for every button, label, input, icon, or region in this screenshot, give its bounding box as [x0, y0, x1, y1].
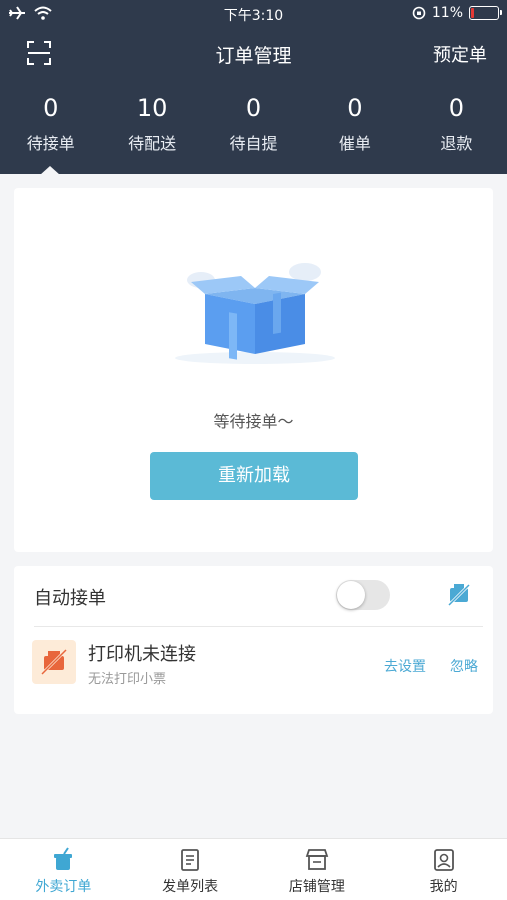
battery-level: [471, 8, 474, 18]
order-stats-tabs: 0 待接单 10 待配送 0 待自提 0 催单 0 退款: [0, 92, 507, 162]
navbar: 订单管理 预定单: [0, 32, 507, 74]
empty-box-icon: [175, 263, 335, 364]
tab-profile[interactable]: 我的: [380, 839, 507, 900]
empty-state-message: 等待接单～: [213, 412, 294, 431]
reservation-orders-button[interactable]: 预定单: [433, 41, 487, 67]
printer-status-icon-box: [32, 640, 76, 684]
tab-dispatch-list[interactable]: 发单列表: [127, 839, 254, 900]
toggle-knob: [337, 581, 365, 609]
active-tab-indicator: [40, 166, 60, 175]
order-settings-card: 自动接单 打印机未连接 无法打印小票 去设置 忽略: [14, 566, 493, 714]
page-title: 订单管理: [215, 45, 292, 67]
printer-status-title: 打印机未连接: [88, 644, 196, 665]
divider: [34, 626, 483, 627]
tab-label: 发单列表: [162, 879, 219, 895]
battery-icon: [469, 6, 502, 20]
stat-label: 退款: [440, 134, 473, 153]
stat-label: 待自提: [229, 134, 278, 153]
printer-disconnected-icon[interactable]: [446, 582, 472, 608]
stat-count: 10: [136, 94, 168, 122]
list-document-icon: [181, 849, 200, 871]
stat-label: 催单: [338, 134, 371, 153]
stat-count: 0: [245, 94, 262, 122]
stat-label: 待接单: [26, 134, 75, 153]
tab-takeout-orders[interactable]: 外卖订单: [0, 839, 127, 900]
tab-pending-accept[interactable]: 0 待接单: [0, 92, 101, 162]
takeout-cup-icon: [54, 847, 73, 870]
tab-label: 店铺管理: [288, 879, 345, 895]
go-settings-link[interactable]: 去设置: [384, 656, 426, 676]
auto-accept-toggle[interactable]: [336, 580, 390, 610]
stat-label: 待配送: [128, 134, 177, 153]
tab-pending-delivery[interactable]: 10 待配送: [101, 92, 202, 162]
tab-refunds[interactable]: 0 退款: [406, 92, 507, 162]
tab-label: 我的: [429, 879, 458, 895]
reload-button[interactable]: 重新加载: [150, 452, 358, 500]
header: 下午3:10 11% 订单管理 预定单 0 待接单 10 待配送 0 待自提 0…: [0, 0, 507, 175]
profile-icon: [433, 849, 454, 871]
stat-count: 0: [448, 94, 464, 122]
tab-reminders[interactable]: 0 催单: [304, 92, 405, 162]
auto-accept-label: 自动接单: [34, 588, 106, 609]
stat-count: 0: [43, 94, 59, 122]
battery-percent: 11%: [431, 5, 463, 21]
tab-store-management[interactable]: 店铺管理: [254, 839, 381, 900]
stat-count: 0: [347, 94, 363, 122]
bottom-tab-bar: 外卖订单 发单列表 店铺管理 我的: [0, 838, 507, 900]
store-icon: [305, 849, 329, 870]
status-right: 11%: [412, 5, 502, 21]
ignore-link[interactable]: 忽略: [450, 656, 478, 676]
printer-off-icon: [40, 648, 68, 676]
orientation-lock-icon: [412, 6, 426, 20]
printer-status-subtitle: 无法打印小票: [88, 672, 167, 687]
tab-label: 外卖订单: [35, 879, 92, 895]
tab-pending-pickup[interactable]: 0 待自提: [203, 92, 304, 162]
empty-state-card: 等待接单～ 重新加载: [14, 188, 493, 552]
status-bar: 下午3:10 11%: [0, 0, 507, 28]
